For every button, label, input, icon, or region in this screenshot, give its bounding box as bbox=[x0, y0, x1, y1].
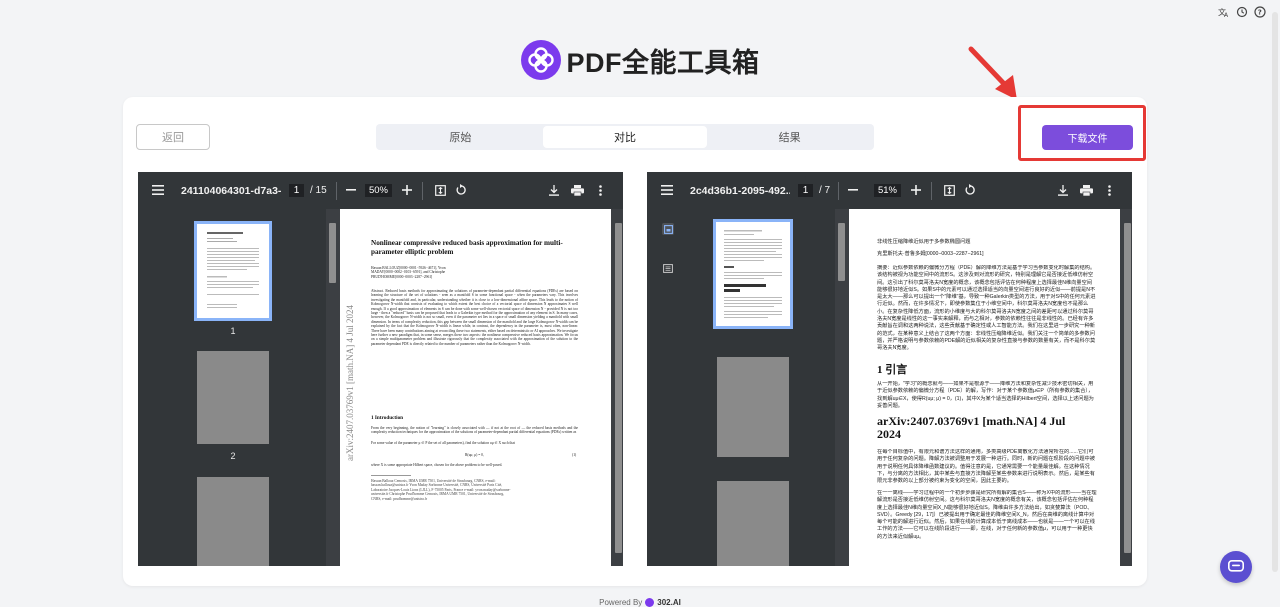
zoom-out-icon[interactable] bbox=[345, 184, 357, 196]
page-scrollbar-track[interactable] bbox=[1272, 12, 1278, 572]
history-icon[interactable] bbox=[1236, 6, 1248, 18]
tab-original[interactable]: 原始 bbox=[378, 126, 543, 148]
thumbnail-page-1[interactable] bbox=[194, 221, 272, 321]
annotation-arrow-icon bbox=[968, 46, 1017, 100]
intro-text-2: For some value of the parameter μ ∈ P th… bbox=[371, 441, 515, 445]
paper-title: 非线性压缩降维近似用于多参数椭圆问题 bbox=[877, 239, 971, 245]
page-total: / 15 bbox=[310, 185, 327, 196]
help-icon[interactable]: ? bbox=[1254, 6, 1266, 18]
footer-logo-icon bbox=[645, 598, 655, 607]
thumbnail-scrollbar[interactable] bbox=[328, 209, 337, 566]
page-number-input[interactable]: 1 bbox=[798, 184, 813, 197]
paper-authors: 克里斯托夫·普鲁多姆[0000−0003−2287−2961] bbox=[877, 251, 984, 257]
equation-number: (1) bbox=[572, 453, 577, 457]
page-scrollbar[interactable] bbox=[614, 209, 623, 566]
thumbnail-page-2[interactable] bbox=[197, 351, 269, 444]
menu-icon[interactable] bbox=[152, 184, 164, 196]
sidebar-strip bbox=[647, 209, 689, 566]
tab-result[interactable]: 结果 bbox=[707, 126, 872, 148]
print-icon[interactable] bbox=[571, 184, 584, 196]
footnote-text: Hassan Ballouz Cemosis, IRMA UMR 7501, U… bbox=[371, 479, 511, 501]
thumbnail-page-3[interactable] bbox=[197, 477, 269, 566]
main-card: 返回 原始 对比 结果 下载文件 241104064301-d7a3-... 1… bbox=[123, 97, 1147, 586]
thumbnail-page-1[interactable] bbox=[713, 219, 793, 329]
thumbnail-scrollbar[interactable] bbox=[837, 209, 846, 566]
zoom-in-icon[interactable] bbox=[401, 184, 413, 196]
zoom-input[interactable]: 50% bbox=[365, 184, 392, 197]
brand-logo-icon bbox=[520, 40, 561, 80]
paper-abstract: Abstract. Reduced basis methods for appr… bbox=[371, 289, 578, 346]
toolbar-divider bbox=[422, 182, 423, 200]
paragraph-2: 在每个目标值中，有限元和谱方法这样的通用，多类高级PDE离散化方法通常所在的..… bbox=[877, 449, 1095, 485]
thumbnail-page-3[interactable] bbox=[717, 481, 789, 566]
file-name: 241104064301-d7a3-... bbox=[181, 185, 281, 197]
thumbnails-view-icon[interactable] bbox=[662, 223, 674, 235]
section-heading: 1 引言 bbox=[877, 364, 908, 376]
pdf-toolbar: 241104064301-d7a3-... 1 / 15 50% bbox=[138, 172, 623, 209]
section-heading: 1 Introduction bbox=[371, 415, 404, 421]
translate-icon[interactable]: 文A bbox=[1218, 6, 1230, 18]
paragraph-3: 在一一离线——学习过程中的一个初步步骤是研究所有解的集合S——称为X中的流形——… bbox=[877, 490, 1097, 540]
back-button[interactable]: 返回 bbox=[136, 124, 210, 150]
toolbar-divider bbox=[931, 182, 932, 200]
paper-abstract: 摘要：近似参数依赖的偏微分方程（PDE）解的降维方法是基于学习当参数变化时解集的… bbox=[877, 265, 1096, 352]
file-name: 2c4d36b1-2095-492... bbox=[690, 185, 790, 197]
toolbar-divider bbox=[838, 182, 839, 200]
scrollbar-thumb[interactable] bbox=[329, 223, 336, 283]
paper-title: Nonlinear compressive reduced basis appr… bbox=[371, 239, 563, 256]
download-highlight-box: 下载文件 bbox=[1018, 105, 1146, 161]
intro-text: 从一开始，"学习"的概念就与——如果不是根源于——降维方法和复杂性减少技术密切相… bbox=[877, 381, 1094, 409]
footer: Powered By 302.AI bbox=[0, 598, 1280, 607]
equation: R(uμ; μ) = 0, bbox=[465, 453, 484, 457]
download-icon[interactable] bbox=[548, 184, 560, 196]
app-title: PDF全能工具箱 bbox=[566, 47, 760, 78]
menu-icon[interactable] bbox=[661, 184, 673, 196]
thumbnail-number: 2 bbox=[230, 451, 236, 461]
arxiv-label: arXiv:2407.03769v1 [math.NA] 4 Jul 2024 bbox=[877, 414, 1066, 441]
download-icon[interactable] bbox=[1057, 184, 1069, 196]
pdf-page: Nonlinear compressive reduced basis appr… bbox=[340, 209, 611, 566]
tab-compare[interactable]: 对比 bbox=[542, 126, 708, 148]
intro-text: From the very beginning, the notion of "… bbox=[371, 426, 578, 435]
thumbnail-panel: 1 2 bbox=[138, 209, 326, 566]
print-icon[interactable] bbox=[1080, 184, 1093, 196]
fit-page-icon[interactable] bbox=[943, 184, 955, 196]
scrollbar-thumb[interactable] bbox=[838, 223, 845, 281]
view-tabs: 原始 对比 结果 bbox=[376, 124, 874, 150]
page-total: / 7 bbox=[819, 185, 831, 196]
intro-text-3: where X is some appropriate Hilbert spac… bbox=[371, 463, 503, 467]
outline-view-icon[interactable] bbox=[662, 262, 674, 274]
thumbnail-page-2[interactable] bbox=[717, 357, 789, 457]
pdf-toolbar: 2c4d36b1-2095-492... 1 / 7 51% bbox=[647, 172, 1132, 209]
arxiv-side-label: arXiv:2407.03769v1 [math.NA] 4 Jul 2024 bbox=[345, 305, 355, 461]
download-button[interactable]: 下载文件 bbox=[1042, 125, 1133, 150]
scrollbar-thumb[interactable] bbox=[615, 223, 622, 553]
svg-text:?: ? bbox=[1258, 9, 1262, 17]
zoom-input[interactable]: 51% bbox=[874, 184, 901, 197]
paper-authors: Hassan BALLOUZ[0000−0001−5926−4671], Yvo… bbox=[371, 266, 446, 279]
more-options-icon[interactable] bbox=[596, 184, 604, 196]
brand-header: PDF全能工具箱 bbox=[0, 40, 1280, 80]
page-scrollbar[interactable] bbox=[1123, 209, 1132, 566]
page-number-input[interactable]: 1 bbox=[289, 184, 304, 197]
rotate-icon[interactable] bbox=[964, 184, 976, 196]
svg-text:A: A bbox=[1224, 12, 1229, 18]
more-options-icon[interactable] bbox=[1105, 184, 1113, 196]
pdf-page: 非线性压缩降维近似用于多参数椭圆问题 克里斯托夫·普鲁多姆[0000−0003−… bbox=[849, 209, 1120, 566]
thumbnail-number: 1 bbox=[230, 326, 236, 336]
zoom-in-icon[interactable] bbox=[910, 184, 922, 196]
right-pdf-viewer: 2c4d36b1-2095-492... 1 / 7 51% 非线性压缩降维近似… bbox=[647, 172, 1132, 566]
footer-brand[interactable]: 302.AI bbox=[657, 598, 681, 607]
scrollbar-thumb[interactable] bbox=[1124, 223, 1131, 553]
fit-page-icon[interactable] bbox=[434, 184, 446, 196]
top-toolbar: 文A ? bbox=[1218, 6, 1266, 18]
zoom-out-icon[interactable] bbox=[847, 184, 859, 196]
thumbnail-panel bbox=[689, 209, 835, 566]
left-pdf-viewer: 241104064301-d7a3-... 1 / 15 50% 1 2 Non… bbox=[138, 172, 623, 566]
footnote-rule bbox=[371, 475, 411, 476]
toolbar-divider bbox=[336, 182, 337, 200]
rotate-icon[interactable] bbox=[455, 184, 467, 196]
powered-by-text: Powered By bbox=[599, 598, 643, 607]
chat-icon[interactable] bbox=[1220, 551, 1252, 583]
